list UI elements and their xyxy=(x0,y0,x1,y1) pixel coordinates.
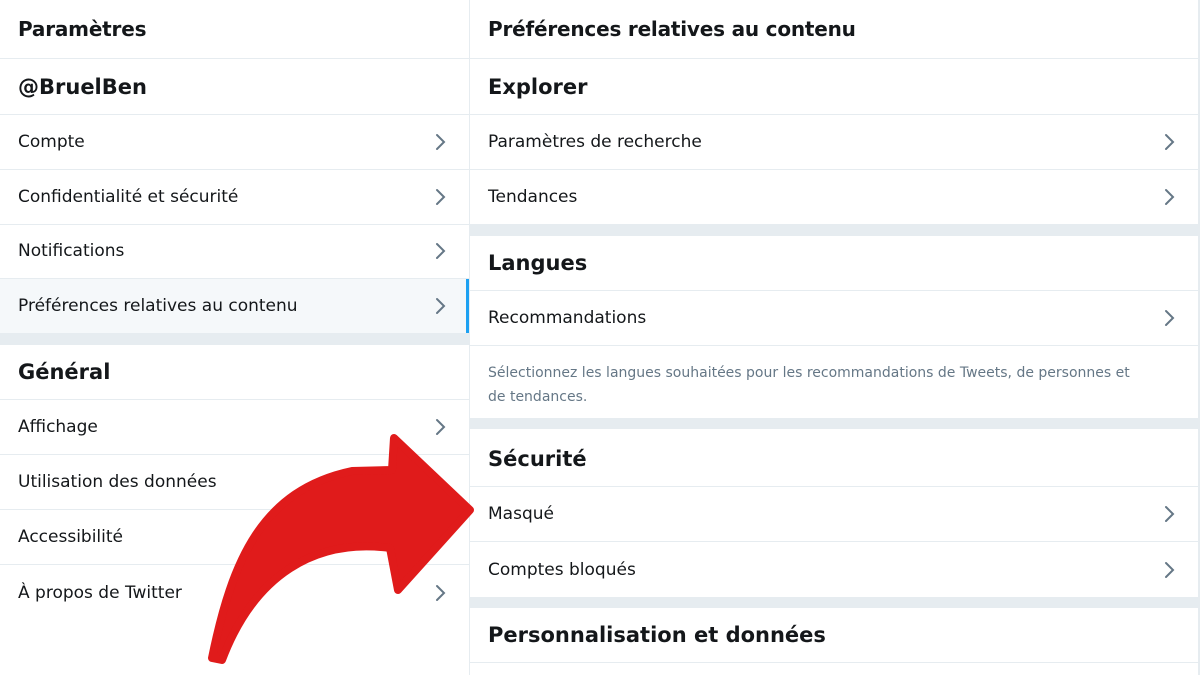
chevron-right-icon xyxy=(436,298,446,314)
chevron-right-icon xyxy=(1165,310,1175,326)
panel-title: Préférences relatives au contenu xyxy=(470,0,1198,59)
chevron-right-icon xyxy=(1165,506,1175,522)
section-title-explorer: Explorer xyxy=(470,60,1198,115)
chevron-right-icon xyxy=(436,419,446,435)
chevron-right-icon xyxy=(1165,189,1175,205)
chevron-right-icon xyxy=(436,134,446,150)
nav-item-label: Confidentialité et sécurité xyxy=(18,187,239,207)
section-divider xyxy=(0,334,469,345)
chevron-right-icon xyxy=(1165,134,1175,150)
nav-item-label: À propos de Twitter xyxy=(18,582,182,603)
nav-item-accessibilite[interactable]: Accessibilité xyxy=(0,510,469,565)
nav-item-label: Préférences relatives au contenu xyxy=(18,296,298,316)
section-divider xyxy=(470,597,1198,608)
nav-item-compte[interactable]: Compte xyxy=(0,115,469,170)
nav-item-label: Affichage xyxy=(18,417,98,437)
nav-item-notifications[interactable]: Notifications xyxy=(0,224,469,279)
item-label: Tendances xyxy=(488,187,578,207)
item-tendances[interactable]: Tendances xyxy=(470,170,1198,225)
nav-item-a-propos[interactable]: À propos de Twitter xyxy=(0,565,469,620)
item-label: Masqué xyxy=(488,504,554,524)
section-title-personnalisation: Personnalisation et données xyxy=(470,608,1198,663)
item-masque[interactable]: Masqué xyxy=(470,487,1198,542)
item-label: Paramètres de recherche xyxy=(488,132,702,152)
langues-description: Sélectionnez les langues souhaitées pour… xyxy=(488,365,1130,405)
nav-item-label: Notifications xyxy=(18,241,125,261)
nav-item-label: Accessibilité xyxy=(18,527,124,547)
chevron-right-icon xyxy=(436,189,446,205)
chevron-right-icon xyxy=(436,243,446,259)
content-preferences-panel: Préférences relatives au contenu Explore… xyxy=(470,0,1198,675)
page-title: Paramètres xyxy=(0,0,469,59)
nav-item-affichage[interactable]: Affichage xyxy=(0,400,469,455)
section-title-langues: Langues xyxy=(470,236,1198,291)
section-divider xyxy=(470,225,1198,236)
item-parametres-recherche[interactable]: Paramètres de recherche xyxy=(470,115,1198,170)
nav-item-utilisation-donnees[interactable]: Utilisation des données xyxy=(0,455,469,510)
item-label: Comptes bloqués xyxy=(488,559,636,580)
item-label: Recommandations xyxy=(488,308,647,328)
account-handle: @BruelBen xyxy=(0,60,469,115)
nav-item-confidentialite[interactable]: Confidentialité et sécurité xyxy=(0,170,469,225)
nav-item-label: Utilisation des données xyxy=(18,472,217,492)
settings-nav: Paramètres @BruelBen Compte Confidential… xyxy=(0,0,469,675)
chevron-right-icon xyxy=(1165,561,1175,578)
nav-item-preferences-contenu[interactable]: Préférences relatives au contenu xyxy=(0,279,469,334)
item-recommandations[interactable]: Recommandations xyxy=(470,291,1198,346)
nav-item-label: Compte xyxy=(18,132,85,152)
section-title-securite: Sécurité xyxy=(470,432,1198,487)
section-divider xyxy=(470,418,1198,429)
section-title-general: Général xyxy=(0,345,469,400)
item-comptes-bloques[interactable]: Comptes bloqués xyxy=(470,542,1198,597)
chevron-right-icon xyxy=(436,584,446,601)
